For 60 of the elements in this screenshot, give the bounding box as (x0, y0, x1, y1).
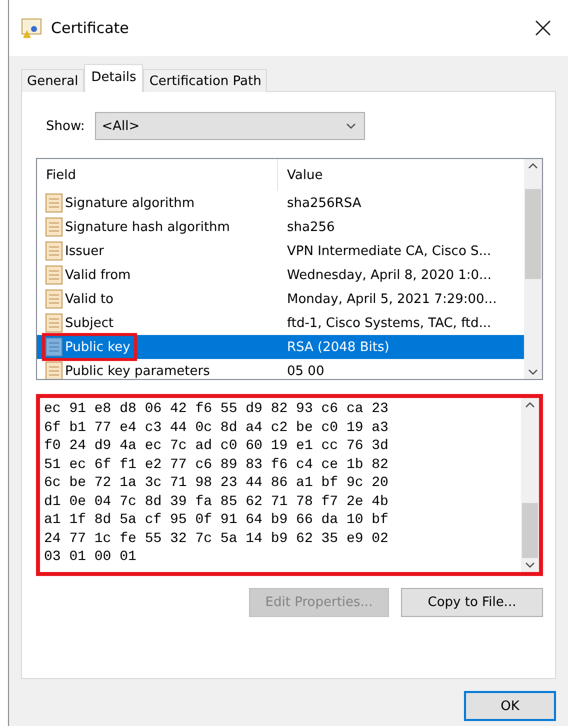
document-icon (45, 217, 63, 237)
document-icon (45, 241, 63, 261)
document-icon (45, 265, 63, 285)
hex-line: 51 ec 6f f1 e2 77 c6 89 83 f6 c4 ce 1b 82 (44, 456, 390, 474)
document-icon (45, 313, 63, 333)
field-name: Public key parameters (65, 364, 210, 378)
field-value: RSA (2048 Bits) (286, 340, 390, 354)
tab[interactable]: Certification Path (143, 69, 268, 92)
column-header[interactable]: Value (277, 159, 497, 191)
hex-line: 6c be 72 1a 3c 71 98 23 44 86 a1 bf 9c 20 (44, 474, 390, 492)
column-header[interactable]: Field (37, 159, 277, 191)
tab[interactable]: Details (84, 64, 144, 92)
field-row[interactable]: Signature hash algorithm sha256 (37, 215, 524, 239)
hex-line: d1 0e 04 7c 8d 39 fa 85 62 71 78 f7 2e 4b (44, 492, 390, 511)
field-value: Monday, April 5, 2021 7:29:00... (286, 292, 497, 306)
document-icon (45, 289, 63, 309)
field-value: 05 00 (286, 364, 324, 378)
hex-line: 6f b1 77 e4 c3 44 0c 8d a4 c2 be c0 19 a3 (44, 418, 390, 437)
dropdown-caret-icon[interactable] (346, 123, 356, 129)
hex-line: 03 01 00 01 (44, 548, 138, 566)
hex-line: a1 1f 8d 5a cf 95 0f 91 64 b9 66 da 10 bf (44, 511, 390, 530)
field-value: sha256 (286, 220, 335, 234)
field-value: Wednesday, April 8, 2020 1:0... (286, 268, 492, 282)
document-icon (45, 337, 63, 357)
field-name: Subject (65, 316, 114, 330)
field-row[interactable]: Public key RSA (2048 Bits) (37, 335, 524, 359)
ok-button[interactable]: OK (464, 691, 556, 721)
field-name: Valid from (65, 268, 131, 282)
hex-line: 24 77 1c fe 55 32 7c 5a 14 b9 62 35 e9 02 (44, 530, 390, 548)
field-name: Public key (65, 340, 130, 354)
tab[interactable]: General (21, 69, 84, 92)
close-icon (535, 20, 551, 36)
field-row[interactable]: Subject ftd-1, Cisco Systems, TAC, ftd... (37, 311, 524, 335)
field-name: Valid to (65, 292, 114, 306)
field-name: Issuer (65, 244, 104, 258)
field-row[interactable]: Valid to Monday, April 5, 2021 7:29:00... (37, 287, 524, 311)
window-title: Certificate (51, 19, 130, 37)
scrollbar[interactable] (521, 398, 539, 572)
document-icon (45, 193, 63, 213)
scroll-down-icon[interactable] (525, 562, 535, 568)
show-label: Show: (46, 118, 85, 134)
field-row[interactable]: Public key parameters 05 00 (37, 359, 524, 379)
scroll-up-icon[interactable] (528, 163, 538, 169)
field-row[interactable]: Signature algorithm sha256RSA (37, 191, 524, 215)
field-value: ftd-1, Cisco Systems, TAC, ftd... (286, 316, 492, 330)
field-name: Signature algorithm (65, 196, 195, 210)
field-row[interactable]: Issuer VPN Intermediate CA, Cisco S... (37, 239, 524, 263)
hex-line: ec 91 e8 d8 06 42 f6 55 d9 82 93 c6 ca 23 (44, 400, 390, 418)
scroll-down-icon[interactable] (528, 369, 538, 375)
certificate-icon (21, 17, 43, 39)
field-name: Signature hash algorithm (65, 220, 230, 234)
field-row[interactable]: Valid from Wednesday, April 8, 2020 1:0... (37, 263, 524, 287)
show-dropdown[interactable]: <All> (94, 112, 365, 140)
copy-to-file-button[interactable]: Copy to File... (401, 588, 543, 617)
document-icon (45, 361, 63, 379)
field-value: sha256RSA (286, 196, 362, 210)
hex-line: f0 24 d9 4a ec 7c ad c0 60 19 e1 cc 76 3d (44, 437, 390, 456)
scrollbar[interactable] (524, 159, 542, 379)
scroll-up-icon[interactable] (525, 402, 535, 408)
field-value: VPN Intermediate CA, Cisco S... (286, 244, 492, 258)
